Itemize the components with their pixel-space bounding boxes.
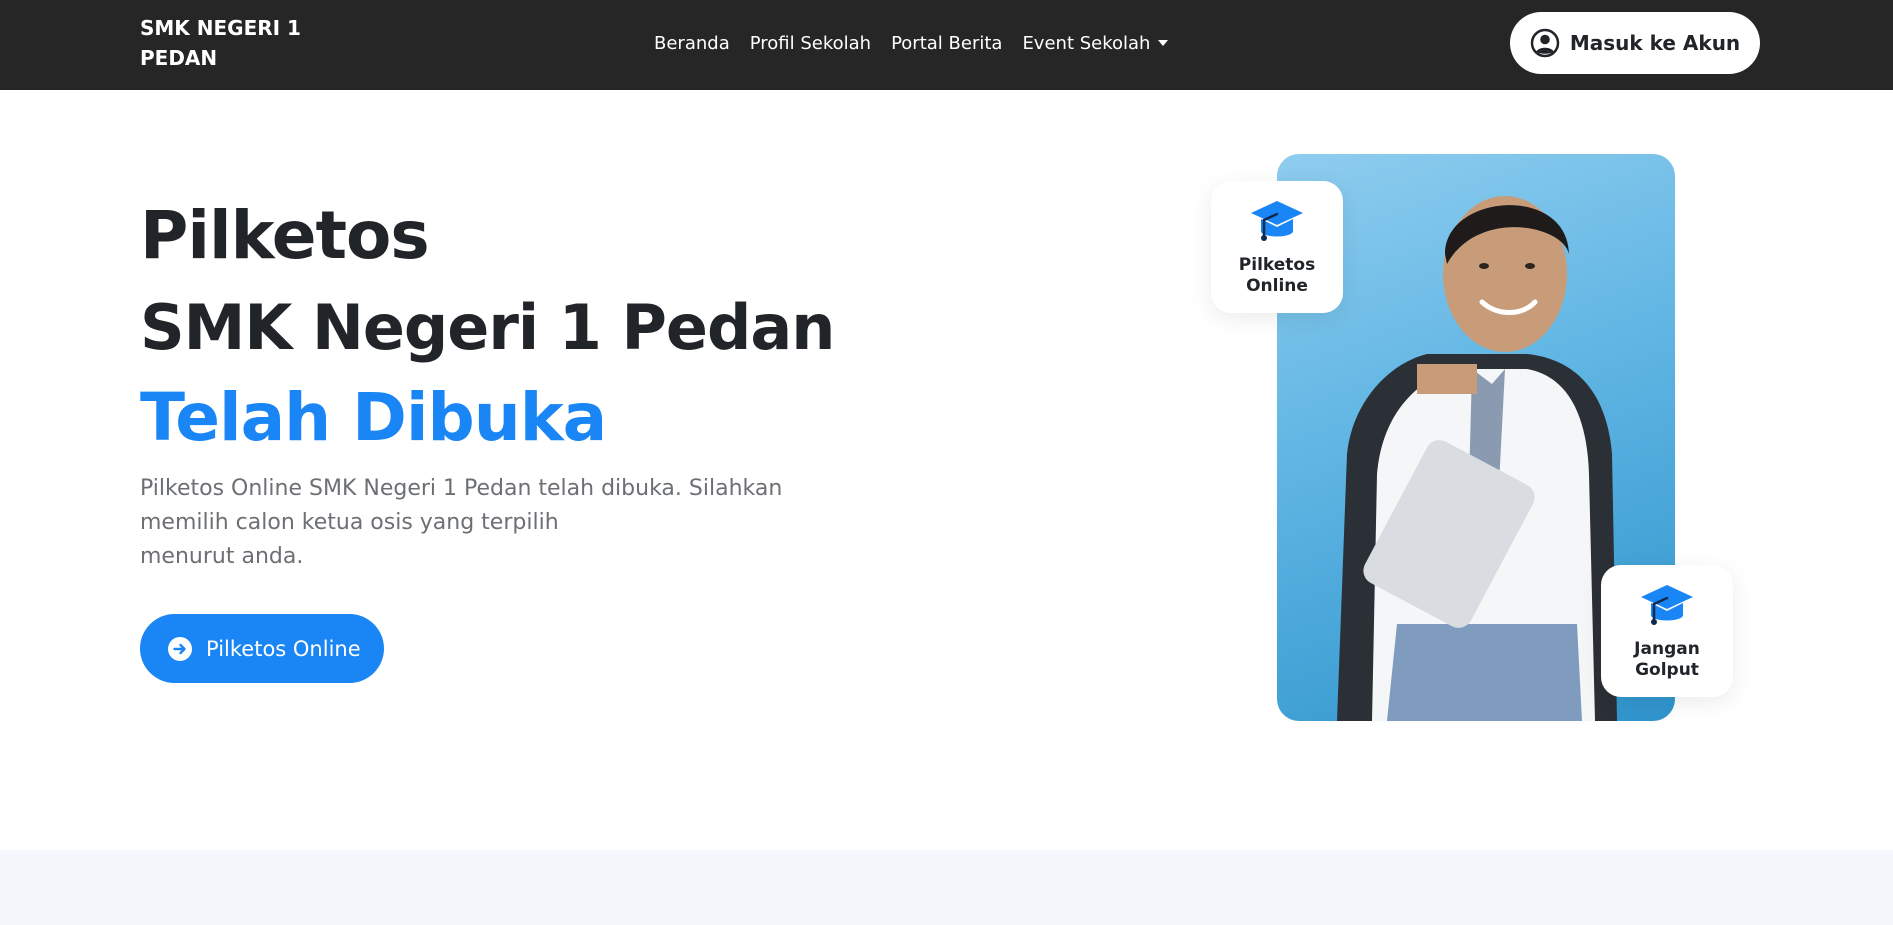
badge-label: Jangan Golput (1612, 639, 1722, 681)
navbar: SMK NEGERI 1 PEDAN Beranda Profil Sekola… (0, 0, 1893, 90)
pilketos-online-button[interactable]: Pilketos Online (140, 614, 384, 683)
nav-link-profil-sekolah[interactable]: Profil Sekolah (750, 33, 871, 54)
hero-title-highlight: Telah Dibuka (140, 379, 607, 456)
nav-dropdown-event-sekolah[interactable]: Event Sekolah (1022, 32, 1169, 54)
brand-logo-text[interactable]: SMK NEGERI 1 PEDAN (140, 13, 330, 73)
hero-title-line-1: Pilketos (140, 197, 430, 274)
nav-link-beranda[interactable]: Beranda (654, 33, 730, 54)
hero-description-line-2: memilih calon ketua osis yang terpilih (140, 510, 559, 535)
next-section-background (0, 850, 1893, 925)
badge-label: Pilketos Online (1222, 255, 1332, 297)
hero-description: Pilketos Online SMK Negeri 1 Pedan telah… (140, 472, 820, 574)
nav-dropdown-label: Event Sekolah (1022, 32, 1151, 54)
pilketos-online-button-label: Pilketos Online (206, 636, 361, 661)
badge-label-line-1: Jangan (1634, 639, 1700, 659)
hero-description-line-1: Pilketos Online SMK Negeri 1 Pedan telah… (140, 476, 783, 501)
brand-line-1: SMK NEGERI 1 (140, 16, 301, 40)
brand-line-2: PEDAN (140, 46, 218, 70)
login-button-label: Masuk ke Akun (1569, 31, 1741, 55)
nav-link-portal-berita[interactable]: Portal Berita (891, 33, 1002, 54)
badge-label-line-2: Online (1246, 276, 1308, 296)
graduation-cap-icon (1249, 197, 1305, 249)
user-circle-icon (1530, 28, 1560, 58)
graduation-cap-icon (1639, 581, 1695, 633)
login-button[interactable]: Masuk ke Akun (1510, 12, 1760, 74)
badge-pilketos-online: Pilketos Online (1211, 181, 1343, 313)
arrow-right-circle-icon (168, 636, 192, 661)
nav-menu: Beranda Profil Sekolah Portal Berita Eve… (654, 30, 1169, 56)
hero-description-line-3: menurut anda. (140, 544, 304, 569)
badge-jangan-golput: Jangan Golput (1601, 565, 1733, 697)
badge-label-line-1: Pilketos (1238, 255, 1316, 275)
caret-down-icon (1158, 39, 1169, 46)
badge-label-line-2: Golput (1635, 660, 1699, 680)
hero-title-line-2: SMK Negeri 1 Pedan (140, 291, 835, 364)
